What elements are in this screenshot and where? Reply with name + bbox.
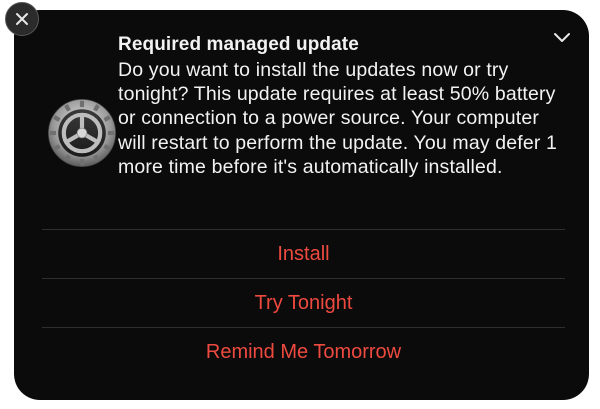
notification-body: Do you want to install the updates now o… [118, 59, 558, 178]
notification-title: Required managed update [118, 34, 359, 55]
chevron-down-icon[interactable] [551, 26, 573, 48]
system-preferences-gear-icon [48, 99, 116, 167]
close-icon [16, 13, 28, 25]
notification-banner: Required managed update Do you want to i… [14, 10, 589, 400]
action-list: Install Try Tonight Remind Me Tomorrow [42, 229, 565, 376]
install-button[interactable]: Install [42, 229, 565, 278]
close-button[interactable] [5, 2, 39, 36]
remind-me-tomorrow-button[interactable]: Remind Me Tomorrow [42, 327, 565, 376]
try-tonight-button[interactable]: Try Tonight [42, 278, 565, 327]
